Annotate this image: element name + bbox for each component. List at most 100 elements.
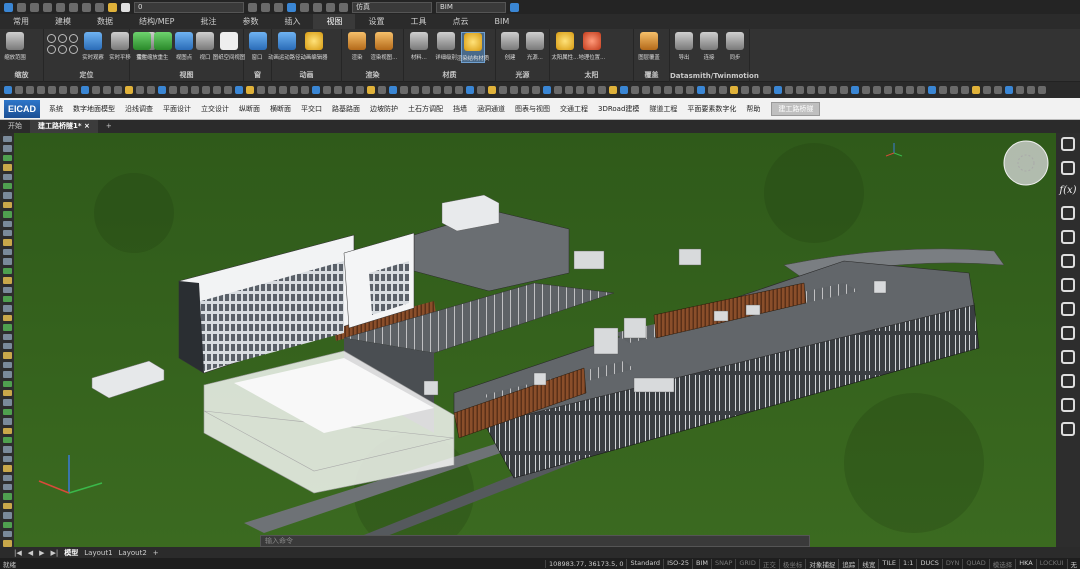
- i-beam-icon[interactable]: [1061, 278, 1075, 292]
- light-bulb-icon[interactable]: [108, 2, 117, 12]
- toolbar-tool-icon[interactable]: [631, 86, 639, 94]
- help-icon[interactable]: [510, 2, 519, 12]
- status-toggle-14[interactable]: QUAD: [962, 558, 988, 569]
- toolbar-tool-icon[interactable]: [807, 86, 815, 94]
- palette-tool-icon[interactable]: [2, 173, 12, 181]
- toolbar-tool-icon[interactable]: [609, 86, 617, 94]
- ribbon-button-6-0[interactable]: 材料...: [407, 32, 431, 61]
- palette-tool-icon[interactable]: [2, 230, 12, 237]
- toolbar-tool-icon[interactable]: [268, 86, 276, 94]
- palette-tool-icon[interactable]: [2, 352, 12, 359]
- ribbon-button-2-4[interactable]: 图纸空间视图: [213, 32, 245, 61]
- toolbar-tool-icon[interactable]: [950, 86, 958, 94]
- redo-icon[interactable]: [82, 2, 91, 12]
- cube-icon[interactable]: [1061, 326, 1075, 340]
- palette-tool-icon[interactable]: [2, 201, 12, 209]
- location-pin-icon[interactable]: [1061, 230, 1075, 244]
- tab-drawing[interactable]: 建工路桥隧1* ×: [30, 120, 98, 133]
- toolbar-tool-icon[interactable]: [257, 86, 265, 94]
- toolbar-tool-icon[interactable]: [147, 86, 155, 94]
- palette-tool-icon[interactable]: [2, 333, 12, 340]
- toolbar-tool-icon[interactable]: [92, 86, 100, 94]
- command-input[interactable]: 输入命令: [260, 535, 810, 547]
- toolbar-tool-icon[interactable]: [972, 86, 980, 94]
- toolbar-tool-icon[interactable]: [620, 86, 628, 94]
- toolbar-tool-icon[interactable]: [466, 86, 474, 94]
- toolbar-tool-icon[interactable]: [224, 86, 232, 94]
- app-menu-icon[interactable]: [4, 2, 13, 12]
- palette-tool-icon[interactable]: [2, 455, 12, 463]
- toolbar-tool-icon[interactable]: [455, 86, 463, 94]
- status-toggle-9[interactable]: 线宽: [858, 558, 878, 569]
- eicad-menu-16[interactable]: 隧道工程: [644, 104, 682, 114]
- toolbar-tool-icon[interactable]: [235, 86, 243, 94]
- toolbar-tool-icon[interactable]: [103, 86, 111, 94]
- ribbon-button-1-1[interactable]: 实时平移: [108, 32, 132, 61]
- toolbar-tool-icon[interactable]: [301, 86, 309, 94]
- toolbar-tool-icon[interactable]: [598, 86, 606, 94]
- tab-5[interactable]: 参数: [229, 14, 271, 29]
- palette-tool-icon[interactable]: [2, 145, 12, 152]
- selection-icon[interactable]: [287, 2, 296, 12]
- palette-tool-icon[interactable]: [2, 248, 12, 256]
- toolbar-tool-icon[interactable]: [125, 86, 133, 94]
- tab-0[interactable]: 常用: [0, 14, 42, 29]
- toolbar-tool-icon[interactable]: [895, 86, 903, 94]
- document-icon[interactable]: [1061, 398, 1075, 412]
- layer-icon[interactable]: [95, 2, 104, 12]
- new-file-icon[interactable]: [17, 2, 26, 12]
- status-toggle-10[interactable]: TILE: [878, 558, 899, 569]
- ribbon-button-7-0[interactable]: 创建: [499, 32, 521, 61]
- tab-nav-prev-icon[interactable]: ◀: [28, 549, 33, 557]
- eicad-menu-14[interactable]: 交通工程: [555, 104, 593, 114]
- ribbon-button-10-0[interactable]: 导出: [673, 32, 695, 61]
- eicad-menu-15[interactable]: 3DRoad建模: [593, 104, 644, 114]
- palette-tool-icon[interactable]: [2, 164, 12, 171]
- ribbon-button-9-0[interactable]: 图层覆盖: [637, 32, 661, 61]
- tab-11[interactable]: BIM: [481, 14, 522, 29]
- grid-icon[interactable]: [339, 2, 348, 12]
- zoom-tool-icon[interactable]: [47, 34, 56, 43]
- toolbar-tool-icon[interactable]: [983, 86, 991, 94]
- toolbar-tool-icon[interactable]: [81, 86, 89, 94]
- toolbar-tool-icon[interactable]: [961, 86, 969, 94]
- toolbar-tool-icon[interactable]: [499, 86, 507, 94]
- toolbar-tool-icon[interactable]: [180, 86, 188, 94]
- palette-tool-icon[interactable]: [2, 418, 12, 425]
- toolbar-tool-icon[interactable]: [488, 86, 496, 94]
- eicad-menu-18[interactable]: 帮助: [741, 104, 765, 114]
- palette-tool-icon[interactable]: [2, 512, 12, 519]
- ribbon-button-6-1[interactable]: 详细级别: [434, 32, 458, 61]
- toolbar-tool-icon[interactable]: [136, 86, 144, 94]
- ribbon-button-3-0[interactable]: 窗口: [247, 32, 268, 61]
- ribbon-button-2-2[interactable]: 视图点: [175, 32, 193, 61]
- toolbar-tool-icon[interactable]: [994, 86, 1002, 94]
- palette-tool-icon[interactable]: [2, 493, 12, 500]
- toolbar-tool-icon[interactable]: [334, 86, 342, 94]
- toolbar-tool-icon[interactable]: [532, 86, 540, 94]
- toolbar-tool-icon[interactable]: [642, 86, 650, 94]
- fx-icon[interactable]: f(x): [1059, 185, 1076, 196]
- tab-9[interactable]: 工具: [397, 14, 439, 29]
- ribbon-button-8-0[interactable]: 太阳属性...: [552, 32, 578, 61]
- status-toggle-8[interactable]: 追踪: [838, 558, 858, 569]
- tab-layout2[interactable]: Layout2: [119, 549, 147, 557]
- toolbar-tool-icon[interactable]: [829, 86, 837, 94]
- status-toggle-12[interactable]: DUCS: [916, 558, 941, 569]
- workspace-dropdown[interactable]: BIM: [436, 1, 506, 13]
- tab-nav-last-icon[interactable]: ▶|: [51, 549, 59, 557]
- toolbar-tool-icon[interactable]: [730, 86, 738, 94]
- palette-tool-icon[interactable]: [2, 211, 12, 218]
- palette-tool-icon[interactable]: [2, 531, 12, 538]
- status-toggle-1[interactable]: ISO-25: [663, 558, 692, 569]
- toolbar-tool-icon[interactable]: [158, 86, 166, 94]
- toolbar-tool-icon[interactable]: [906, 86, 914, 94]
- eye-off-icon[interactable]: [1061, 137, 1075, 151]
- toolbar-tool-icon[interactable]: [378, 86, 386, 94]
- layer-tool-icon[interactable]: [274, 2, 283, 12]
- palette-tool-icon[interactable]: [2, 380, 12, 387]
- tab-layout1[interactable]: Layout1: [84, 549, 112, 557]
- toolbar-tool-icon[interactable]: [1027, 86, 1035, 94]
- toolbar-tool-icon[interactable]: [279, 86, 287, 94]
- toolbar-tool-icon[interactable]: [433, 86, 441, 94]
